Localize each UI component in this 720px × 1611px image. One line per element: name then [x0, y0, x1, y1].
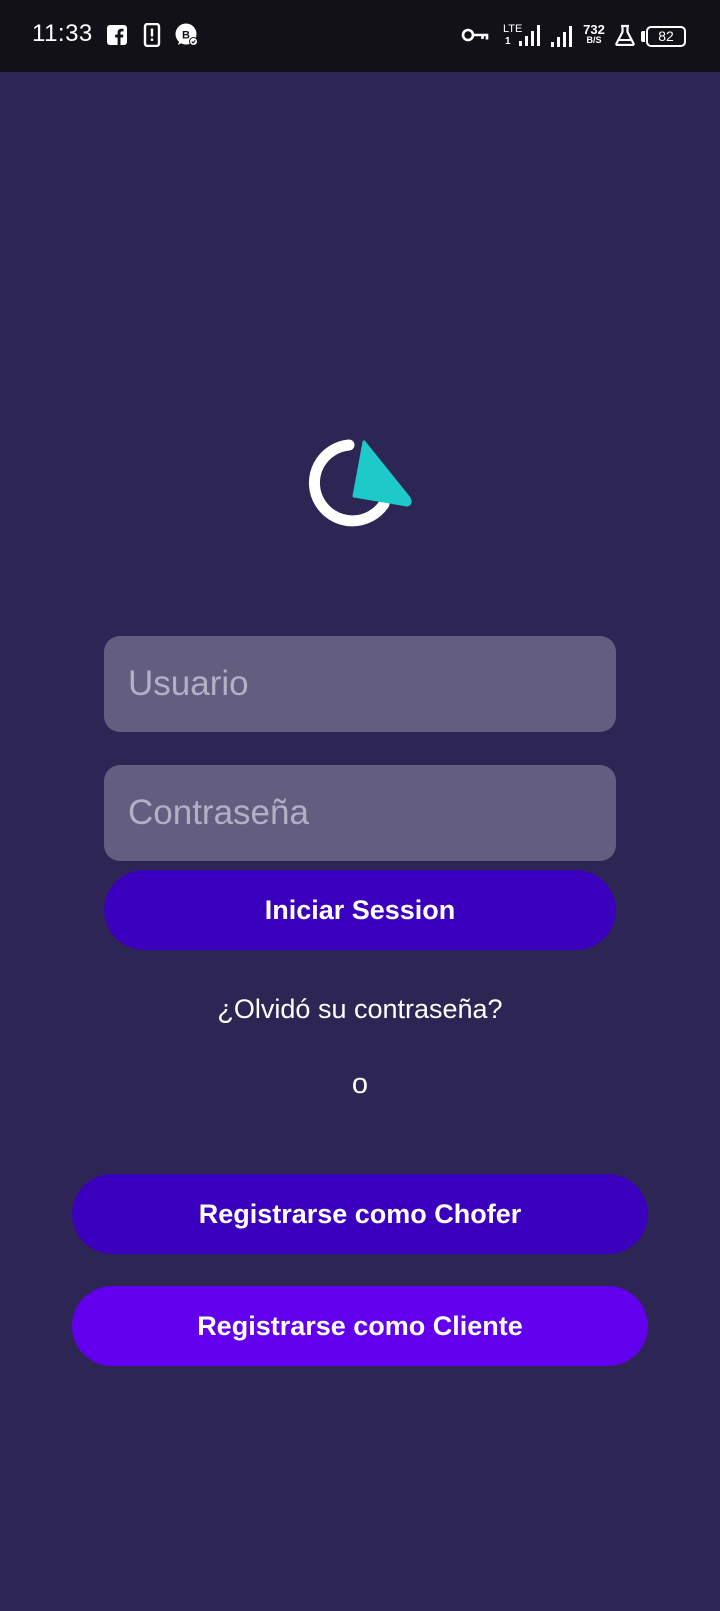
username-input[interactable] [104, 636, 616, 732]
lab-icon [613, 22, 637, 48]
battery-indicator: 82 [646, 26, 686, 47]
whatsapp-business-icon: B [174, 22, 200, 48]
vpn-key-icon [460, 22, 490, 48]
forgot-password-link[interactable]: ¿Olvidó su contraseña? [0, 994, 720, 1025]
register-client-button[interactable]: Registrarse como Cliente [72, 1286, 648, 1366]
signal-icon [550, 22, 574, 48]
status-time: 11:33 [32, 20, 93, 47]
register-driver-button[interactable]: Registrarse como Chofer [72, 1174, 648, 1254]
login-button[interactable]: Iniciar Session [104, 870, 616, 950]
svg-text:1: 1 [505, 36, 511, 47]
app-logo-icon [308, 438, 412, 536]
svg-text:LTE: LTE [503, 23, 522, 35]
network-speed-value: 732 [583, 22, 605, 37]
alert-icon [139, 22, 165, 48]
lte-signal-icon: LTE 1 [503, 22, 543, 48]
or-separator: o [351, 1068, 369, 1100]
battery-tip [641, 31, 645, 42]
svg-text:B: B [182, 30, 190, 42]
network-speed: 732 B/S [580, 22, 608, 46]
password-input[interactable] [104, 765, 616, 861]
status-bar: 11:33 B LTE 1 732 B/S 82 [0, 0, 720, 72]
login-screen: 11:33 B LTE 1 732 B/S 82 Usuario Iniciar… [0, 0, 720, 1611]
facebook-icon [104, 22, 130, 48]
